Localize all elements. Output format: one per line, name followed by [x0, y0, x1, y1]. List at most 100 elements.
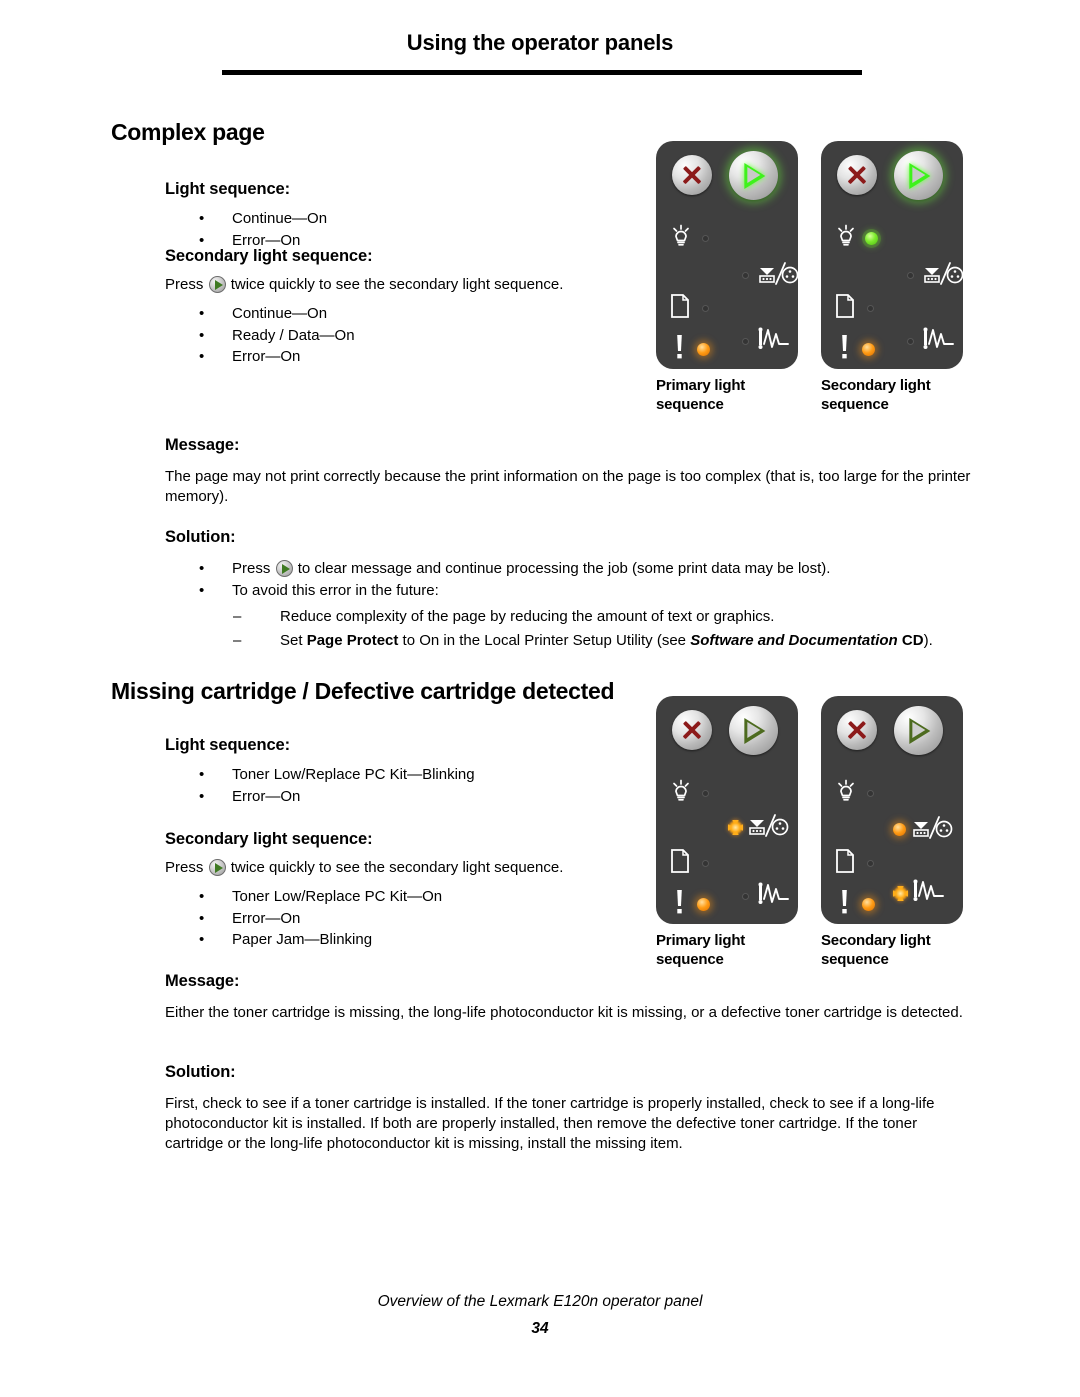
cancel-x-icon [680, 163, 704, 187]
bullet-icon: • [199, 560, 205, 577]
caption-line-2: sequence [656, 395, 724, 413]
paper-sheet-icon [670, 848, 691, 879]
paper-jam-icon [920, 327, 956, 356]
lightbulb-icon [835, 224, 857, 253]
list-item: – Reduce complexity of the page by reduc… [165, 605, 971, 629]
message-label: Message: [165, 972, 240, 990]
figure-complex-page-primary: Primary light sequence [656, 141, 799, 413]
figure-complex-page-secondary: Secondary light sequence [821, 141, 964, 413]
bullet-icon: • [199, 581, 205, 599]
solution-list: • Press to clear message and continue pr… [165, 558, 971, 601]
toner-cartridge-icon [920, 260, 964, 291]
load-paper-led [867, 305, 874, 312]
list-item: • Paper Jam—Blinking [165, 929, 685, 951]
instruction-suffix: twice quickly to see the secondary light… [230, 859, 564, 876]
error-light-row [839, 333, 875, 366]
jam-light-row [742, 327, 791, 356]
toner-cartridge-icon [909, 814, 953, 845]
load-paper-light-row [835, 293, 874, 324]
dash-icon: – [233, 632, 242, 649]
caption-line-1: Primary light [656, 932, 746, 949]
solution-text: First, check to see if a toner cartridge… [165, 1095, 935, 1152]
toner-led [742, 272, 749, 279]
secondary-light-sequence-list: • Toner Low/Replace PC Kit—On • Error—On •… [165, 886, 685, 951]
error-led [862, 898, 875, 911]
instruction-prefix: Press [165, 276, 204, 293]
list-item: • To avoid this error in the future: [165, 580, 971, 602]
list-item: • Toner Low/Replace PC Kit—On [165, 886, 685, 908]
caption-line-1: Secondary light [821, 377, 931, 394]
continue-button[interactable] [729, 151, 778, 200]
list-item: • Error—On [165, 346, 665, 368]
load-paper-led [867, 860, 874, 867]
error-led [862, 343, 875, 356]
cancel-button[interactable] [672, 710, 712, 750]
bullet-icon: • [199, 326, 205, 344]
jam-led [742, 338, 749, 345]
bullet-icon: • [199, 305, 205, 322]
list-item-label: Error—On [232, 909, 301, 927]
message-text: The page may not print correctly because… [165, 468, 971, 505]
paper-sheet-icon [835, 293, 856, 324]
secondary-instruction: Press twice quickly to see the secondary… [165, 858, 685, 878]
caption-line-1: Secondary light [821, 932, 931, 949]
error-light-row [839, 888, 875, 921]
paper-jam-icon [755, 882, 791, 911]
continue-triangle-icon [908, 162, 930, 189]
continue-triangle-icon[interactable] [275, 559, 293, 577]
ready-led [702, 790, 709, 797]
bullet-icon: • [199, 210, 205, 227]
continue-button[interactable] [729, 706, 778, 755]
list-item-prefix: Press [232, 560, 271, 577]
bullet-icon: • [199, 931, 205, 948]
continue-triangle-icon[interactable] [208, 275, 226, 293]
list-item: • Press to clear message and continue pr… [165, 558, 971, 580]
software-doc-title: Software and Documentation [690, 632, 898, 649]
ready-led [865, 232, 878, 245]
paper-jam-icon [910, 879, 946, 908]
list-item-label: Paper Jam—Blinking [232, 931, 373, 948]
running-header: Using the operator panels [0, 30, 1080, 56]
toner-led [907, 272, 914, 279]
error-led [697, 898, 710, 911]
caption-line-1: Primary light [656, 377, 746, 394]
secondary-light-sequence-list: • Continue—On • Ready / Data—On • Error—On [165, 303, 665, 368]
light-sequence-label: Light sequence: [165, 180, 291, 198]
cancel-button[interactable] [672, 155, 712, 195]
complex-page-secondary-block: Secondary light sequence: Press twice qu… [165, 247, 665, 368]
list-item-label: Error—On [232, 231, 301, 249]
ready-led [702, 235, 709, 242]
continue-triangle-icon [743, 162, 765, 189]
bullet-icon: • [199, 766, 205, 783]
continue-button[interactable] [894, 151, 943, 200]
section-heading-missing-cartridge: Missing cartridge / Defective cartridge … [111, 678, 615, 704]
cancel-button[interactable] [837, 155, 877, 195]
instruction-prefix: Press [165, 859, 204, 876]
continue-triangle-icon[interactable] [208, 858, 226, 876]
list-item-label: Reduce complexity of the page by reducin… [280, 608, 775, 625]
cancel-x-icon [845, 718, 869, 742]
list-item-label: Toner Low/Replace PC Kit—Blinking [232, 766, 475, 783]
list-item-label: Error—On [232, 348, 301, 365]
figure-missing-cartridge-secondary: Secondary light sequence [821, 696, 963, 968]
continue-button[interactable] [894, 706, 943, 755]
error-light-row [674, 333, 710, 366]
lightbulb-icon [670, 779, 692, 808]
list-item: • Ready / Data—On [165, 325, 665, 347]
missing-cartridge-light-sequence-block: Light sequence: • Toner Low/Replace PC Ki… [165, 736, 665, 807]
exclamation-icon [674, 333, 685, 366]
jam-led [893, 886, 908, 901]
cancel-button[interactable] [837, 710, 877, 750]
paper-sheet-icon [835, 848, 856, 879]
load-paper-light-row [835, 848, 874, 879]
list-item-suffix: to clear message and continue processing… [297, 560, 831, 577]
ready-led [867, 790, 874, 797]
load-paper-light-row [670, 293, 709, 324]
list-item: • Toner Low/Replace PC Kit—Blinking [165, 764, 665, 786]
secondary-light-sequence-label: Secondary light sequence: [165, 830, 373, 848]
list-item: • Continue—On [165, 303, 665, 325]
missing-cartridge-secondary-block: Secondary light sequence: Press twice qu… [165, 830, 685, 951]
solution-label: Solution: [165, 1063, 236, 1081]
page-protect-term: Page Protect [306, 632, 399, 649]
message-text: Either the toner cartridge is missing, t… [165, 1004, 963, 1021]
